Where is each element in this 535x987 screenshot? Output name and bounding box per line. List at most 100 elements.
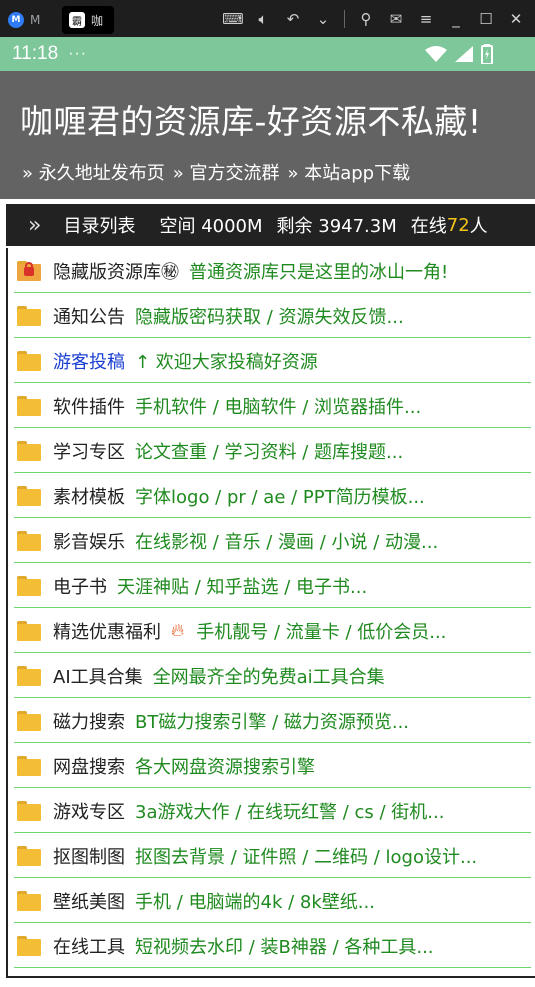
mail-icon[interactable]: ✉ <box>387 10 405 28</box>
chevron-down-icon[interactable]: ⌄ <box>314 10 332 28</box>
wifi-icon <box>425 46 447 62</box>
list-item[interactable]: 游戏专区 3a游戏大作 / 在线玩红警 / cs / 街机... <box>8 788 535 833</box>
list-item[interactable]: 软件插件 手机软件 / 电脑软件 / 浏览器插件... <box>8 383 535 428</box>
list-item[interactable]: 电子书 天涯神贴 / 知乎盐选 / 电子书... <box>8 563 535 608</box>
item-name[interactable]: 素材模板 <box>53 483 125 509</box>
directory-info-bar: » 目录列表 空间 4000M 剩余 3947.3M 在线 72 人 <box>6 204 535 246</box>
folder-icon <box>17 710 41 731</box>
item-name[interactable]: 磁力搜索 <box>53 708 125 734</box>
item-desc: 手机软件 / 电脑软件 / 浏览器插件... <box>135 396 422 418</box>
folder-icon <box>17 620 41 641</box>
folder-icon <box>17 665 41 686</box>
maximize-icon[interactable]: ☐ <box>477 10 495 28</box>
item-name[interactable]: 精选优惠福利 <box>53 618 161 644</box>
status-dots: ··· <box>68 45 88 62</box>
list-item[interactable]: 网盘搜索 各大网盘资源搜索引擎 <box>8 743 535 788</box>
list-item[interactable]: 影音娱乐 在线影视 / 音乐 / 漫画 / 小说 / 动漫... <box>8 518 535 563</box>
close-icon[interactable]: ✕ <box>507 10 525 28</box>
directory-label[interactable]: 目录列表 <box>63 212 135 238</box>
item-name[interactable]: 游戏专区 <box>53 798 125 824</box>
list-item[interactable]: 在线工具 短视频去水印 / 装B神器 / 各种工具... <box>8 923 535 968</box>
header-links: » 永久地址发布页 » 官方交流群 » 本站app下载 <box>22 159 410 185</box>
item-desc: 短视频去水印 / 装B神器 / 各种工具... <box>135 936 434 958</box>
folder-icon <box>17 575 41 596</box>
item-desc: 3a游戏大作 / 在线玩红警 / cs / 街机... <box>135 801 445 823</box>
fire-icon: 🔥︎ <box>171 620 185 641</box>
link-official-group[interactable]: » 官方交流群 <box>173 159 280 185</box>
item-name[interactable]: 隐藏版资源库㊙ <box>53 258 179 284</box>
list-item[interactable]: 通知公告 隐藏版密码获取 / 资源失效反馈... <box>8 293 535 338</box>
window-titlebar: M M 霸 咖 ⌨ 🔈︎ ↶ ⌄ ⚲ ✉ ≡ _ ☐ ✕ <box>0 0 535 37</box>
item-name[interactable]: 游客投稿 <box>53 348 125 374</box>
directory-list: 隐藏版资源库㊙ 普通资源库只是这里的冰山一角! 通知公告 隐藏版密码获取 / 资… <box>6 248 535 978</box>
undo-icon[interactable]: ↶ <box>284 10 302 28</box>
item-name[interactable]: 影音娱乐 <box>53 528 125 554</box>
toolbar-divider <box>344 9 345 28</box>
folder-icon <box>17 440 41 461</box>
locked-folder-icon <box>17 260 41 281</box>
online-count: 72 <box>446 214 470 236</box>
space-total: 空间 4000M <box>159 216 263 237</box>
list-item[interactable]: 游客投稿 ↑ 欢迎大家投稿好资源 <box>8 338 535 383</box>
folder-icon <box>17 845 41 866</box>
list-item[interactable]: 精选优惠福利 🔥︎ 手机靓号 / 流量卡 / 低价会员... <box>8 608 535 653</box>
item-desc: 论文查重 / 学习资料 / 题库搜题... <box>135 441 404 463</box>
folder-icon <box>17 800 41 821</box>
tab-favicon: 霸 <box>69 12 85 28</box>
item-name[interactable]: 学习专区 <box>53 438 125 464</box>
item-desc: 普通资源库只是这里的冰山一角! <box>189 261 449 283</box>
item-name[interactable]: 网盘搜索 <box>53 753 125 779</box>
user-icon[interactable]: ⚲ <box>357 10 375 28</box>
item-desc: 隐藏版密码获取 / 资源失效反馈... <box>135 306 404 328</box>
menu-icon[interactable]: ≡ <box>417 10 435 28</box>
folder-icon <box>17 935 41 956</box>
signal-icon <box>455 46 473 62</box>
browser-tab-active[interactable]: 霸 咖 <box>62 6 114 34</box>
item-desc: 抠图去背景 / 证件照 / 二维码 / logo设计... <box>135 846 478 868</box>
item-desc: 在线影视 / 音乐 / 漫画 / 小说 / 动漫... <box>135 531 439 553</box>
item-name[interactable]: AI工具合集 <box>53 663 143 689</box>
list-item[interactable]: 抠图制图 抠图去背景 / 证件照 / 二维码 / logo设计... <box>8 833 535 878</box>
list-item[interactable]: 磁力搜索 BT磁力搜索引擎 / 磁力资源预览... <box>8 698 535 743</box>
folder-icon <box>17 890 41 911</box>
list-item[interactable]: 学习专区 论文查重 / 学习资料 / 题库搜题... <box>8 428 535 473</box>
double-chevron-icon: » <box>28 212 42 238</box>
list-item[interactable]: 隐藏版资源库㊙ 普通资源库只是这里的冰山一角! <box>8 248 535 293</box>
item-name[interactable]: 在线工具 <box>53 933 125 959</box>
keyboard-icon[interactable]: ⌨ <box>222 10 244 28</box>
link-app-download[interactable]: » 本站app下载 <box>287 159 410 185</box>
item-desc: 字体logo / pr / ae / PPT简历模板... <box>135 486 425 508</box>
space-remaining: 剩余 3947.3M <box>276 216 397 237</box>
online-unit: 人 <box>469 216 488 237</box>
speaker-icon[interactable]: 🔈︎ <box>254 10 272 28</box>
battery-icon <box>481 44 493 64</box>
item-desc: 手机靓号 / 流量卡 / 低价会员... <box>196 621 447 643</box>
item-name[interactable]: 电子书 <box>53 573 107 599</box>
item-desc: BT磁力搜索引擎 / 磁力资源预览... <box>135 711 410 733</box>
item-name[interactable]: 抠图制图 <box>53 843 125 869</box>
item-name[interactable]: 通知公告 <box>53 303 125 329</box>
folder-icon <box>17 485 41 506</box>
status-time: 11:18 <box>12 43 59 64</box>
app-logo-icon: M <box>8 12 24 28</box>
folder-icon <box>17 530 41 551</box>
folder-icon <box>17 350 41 371</box>
list-item[interactable]: 壁纸美图 手机 / 电脑端的4k / 8k壁纸... <box>8 878 535 923</box>
folder-icon <box>17 395 41 416</box>
link-permanent-address[interactable]: » 永久地址发布页 <box>22 159 165 185</box>
site-title: 咖喱君的资源库-好资源不私藏! <box>20 102 482 141</box>
list-item[interactable]: AI工具合集 全网最齐全的免费ai工具合集 <box>8 653 535 698</box>
tab-label: 咖 <box>91 13 104 28</box>
item-desc: 天涯神贴 / 知乎盐选 / 电子书... <box>117 576 368 598</box>
browser-tab-inactive[interactable]: M M <box>8 8 60 32</box>
site-header: 咖喱君的资源库-好资源不私藏! » 永久地址发布页 » 官方交流群 » 本站ap… <box>0 71 535 199</box>
minimize-icon[interactable]: _ <box>447 10 465 28</box>
tab-label: M <box>30 13 41 27</box>
item-desc: ↑ 欢迎大家投稿好资源 <box>135 351 318 373</box>
item-desc: 各大网盘资源搜索引擎 <box>135 756 315 778</box>
list-item[interactable]: 素材模板 字体logo / pr / ae / PPT简历模板... <box>8 473 535 518</box>
folder-icon <box>17 755 41 776</box>
item-name[interactable]: 壁纸美图 <box>53 888 125 914</box>
online-label: 在线 <box>410 216 447 237</box>
item-name[interactable]: 软件插件 <box>53 393 125 419</box>
